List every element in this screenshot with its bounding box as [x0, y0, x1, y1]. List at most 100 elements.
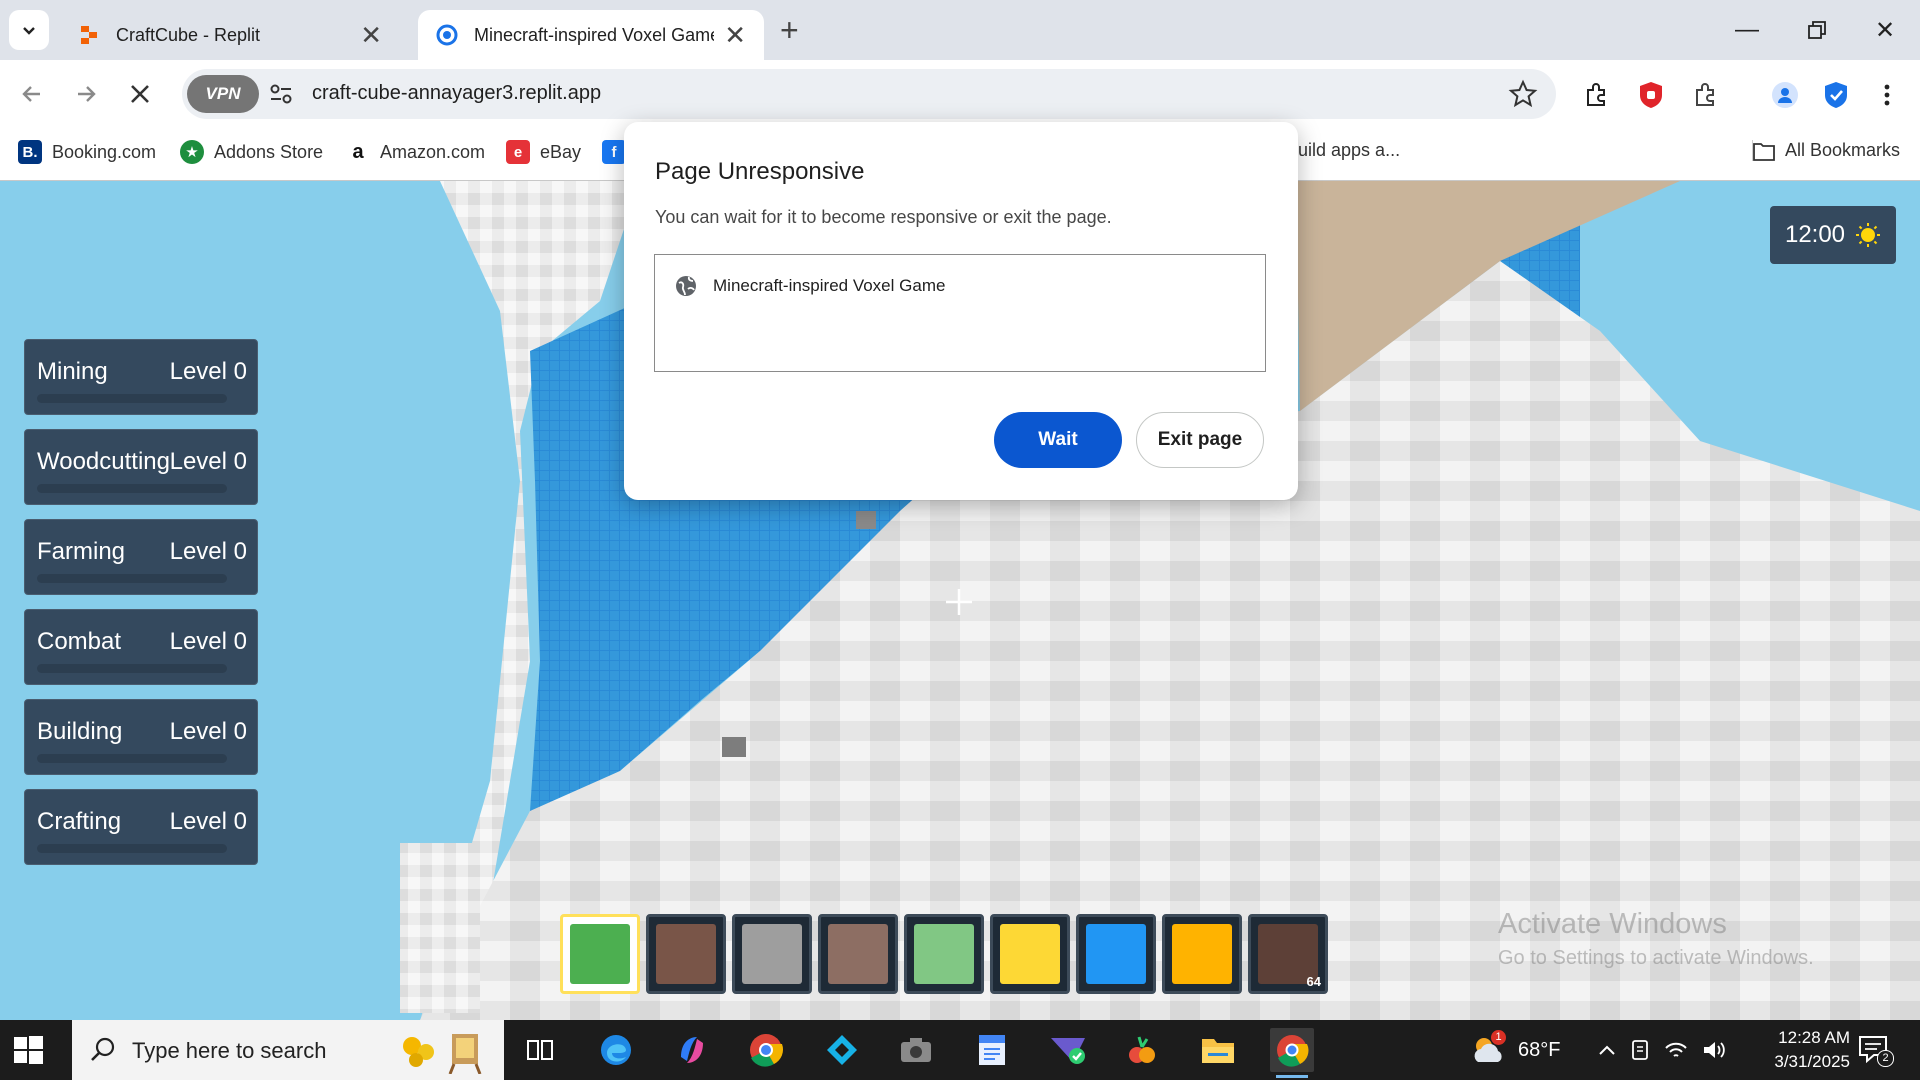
windows-activation-watermark: Activate Windows Go to Settings to activ… — [1498, 908, 1814, 970]
taskbar-chrome[interactable] — [744, 1028, 788, 1072]
hotbar-slot-2[interactable] — [646, 914, 726, 994]
minimize-button[interactable]: — — [1722, 10, 1772, 50]
forward-button[interactable] — [68, 76, 104, 112]
bookmark-ebay[interactable]: e eBay — [506, 140, 581, 164]
skill-name: Crafting — [37, 808, 122, 835]
taskbar-file-explorer[interactable] — [1196, 1028, 1240, 1072]
game-time: 12:00 — [1784, 221, 1846, 248]
wifi-icon[interactable] — [1664, 1040, 1688, 1060]
tab-strip: CraftCube - Replit ✕ Minecraft-inspired … — [0, 0, 1920, 60]
taskbar-mail-check[interactable] — [1046, 1028, 1090, 1072]
skill-name: Combat — [37, 628, 122, 655]
bookmark-build-apps[interactable]: uild apps a... — [1298, 140, 1400, 161]
block-item — [742, 924, 802, 984]
address-bar[interactable]: VPN craft-cube-annayager3.replit.app — [182, 69, 1556, 119]
tab-title: Minecraft-inspired Voxel Game — [474, 24, 715, 45]
taskbar-task-view[interactable] — [518, 1028, 562, 1072]
skill-panel-building: Building Level 0 — [24, 699, 258, 775]
skill-name: Mining — [37, 358, 108, 385]
hotbar-slot-3[interactable] — [732, 914, 812, 994]
hotbar-slot-7[interactable] — [1076, 914, 1156, 994]
browser-menu-button[interactable] — [1872, 80, 1902, 110]
sun-icon — [1856, 223, 1881, 247]
page-item-label: Minecraft-inspired Voxel Game — [713, 276, 946, 295]
search-highlight-flowers-icon — [403, 1034, 482, 1074]
new-tab-button[interactable]: + — [780, 14, 799, 46]
restore-button[interactable] — [1792, 10, 1842, 50]
hotbar-slot-1[interactable] — [560, 914, 640, 994]
taskbar-game-app[interactable] — [1120, 1028, 1164, 1072]
puzzle-icon — [1587, 83, 1605, 106]
taskbar-search[interactable]: Type here to search — [72, 1020, 504, 1080]
folder-icon — [1202, 1039, 1234, 1063]
hotbar-slot-6[interactable] — [990, 914, 1070, 994]
notification-icon: 2 — [1858, 1035, 1894, 1067]
taskbar-copilot[interactable] — [670, 1028, 714, 1072]
skill-progress-bar — [37, 844, 227, 853]
back-button[interactable] — [14, 76, 50, 112]
vpn-label: VPN — [205, 84, 241, 103]
browser-toolbar: VPN craft-cube-annayager3.replit.app — [0, 60, 1920, 128]
tab-search-button[interactable] — [9, 10, 49, 50]
weather-temperature: 68°F — [1518, 1038, 1561, 1061]
hotbar-slot-8[interactable] — [1162, 914, 1242, 994]
folder-icon — [1753, 142, 1775, 161]
wait-button[interactable]: Wait — [994, 412, 1122, 468]
skill-name: Farming — [37, 538, 126, 565]
hotbar-slot-5[interactable] — [904, 914, 984, 994]
vpn-badge[interactable]: VPN — [187, 75, 259, 113]
replit-icon — [81, 26, 97, 44]
taskbar-edge[interactable] — [594, 1028, 638, 1072]
taskbar-kodi[interactable] — [820, 1028, 864, 1072]
skill-level: Level 0 — [169, 808, 247, 835]
hotbar-slot-4[interactable] — [818, 914, 898, 994]
extension-puzzle-button[interactable] — [1581, 80, 1611, 110]
tab-close-icon[interactable]: ✕ — [360, 22, 382, 48]
site-settings-icon[interactable] — [266, 79, 296, 109]
tab-craftcube[interactable]: CraftCube - Replit ✕ — [60, 10, 400, 60]
skill-level: Level 0 — [169, 628, 247, 655]
crosshair-icon — [946, 589, 972, 615]
checkmark-app-icon — [1051, 1038, 1085, 1064]
block-item — [828, 924, 888, 984]
item-count: 64 — [1306, 974, 1321, 989]
exit-page-button[interactable]: Exit page — [1136, 412, 1264, 468]
security-extension-button[interactable] — [1821, 80, 1851, 110]
bookmark-star-icon[interactable] — [1508, 79, 1538, 109]
system-tray — [1598, 1020, 1726, 1080]
taskbar-camera[interactable] — [894, 1028, 938, 1072]
weather-icon: 1 — [1470, 1030, 1508, 1066]
skill-progress-bar — [37, 574, 227, 583]
stop-loading-button[interactable] — [122, 76, 158, 112]
volume-icon[interactable] — [1702, 1040, 1726, 1060]
block-item — [1172, 924, 1232, 984]
weather-widget[interactable]: 1 68°F — [1470, 1020, 1560, 1080]
tab-voxel-game[interactable]: Minecraft-inspired Voxel Game ✕ — [418, 10, 764, 60]
notifications-button[interactable]: 2 — [1858, 1020, 1894, 1080]
windows-taskbar: Type here to search 1 68°F 12:28 AM 3/31… — [0, 1020, 1920, 1080]
bookmark-amazon[interactable]: a Amazon.com — [346, 140, 485, 164]
skill-panel-combat: Combat Level 0 — [24, 609, 258, 685]
device-icon[interactable] — [1630, 1039, 1650, 1061]
skill-level: Level 0 — [169, 358, 247, 385]
bookmark-addons[interactable]: ★ Addons Store — [180, 140, 323, 164]
all-bookmarks-button[interactable]: All Bookmarks — [1752, 140, 1900, 161]
windows-start-icon[interactable] — [12, 1034, 44, 1066]
extensions-button[interactable] — [1690, 80, 1720, 110]
hotbar-slot-9[interactable]: 64 — [1248, 914, 1328, 994]
watermark-subtitle: Go to Settings to activate Windows. — [1498, 947, 1814, 969]
close-window-button[interactable]: ✕ — [1860, 10, 1910, 50]
block-item — [1000, 924, 1060, 984]
skill-name: Building — [37, 718, 123, 745]
more-vertical-icon — [1884, 84, 1890, 106]
taskbar-chrome-active[interactable] — [1270, 1028, 1314, 1078]
skill-progress-bar — [37, 394, 227, 403]
adblock-extension-button[interactable] — [1636, 80, 1666, 110]
fruit-game-icon — [1129, 1036, 1155, 1063]
taskbar-clock[interactable]: 12:28 AM 3/31/2025 — [1742, 1026, 1850, 1074]
profile-button[interactable] — [1770, 80, 1800, 110]
taskbar-document[interactable] — [970, 1028, 1014, 1072]
chevron-up-icon[interactable] — [1598, 1044, 1616, 1056]
tab-close-icon[interactable]: ✕ — [724, 22, 746, 48]
bookmark-booking[interactable]: B. Booking.com — [18, 140, 156, 164]
